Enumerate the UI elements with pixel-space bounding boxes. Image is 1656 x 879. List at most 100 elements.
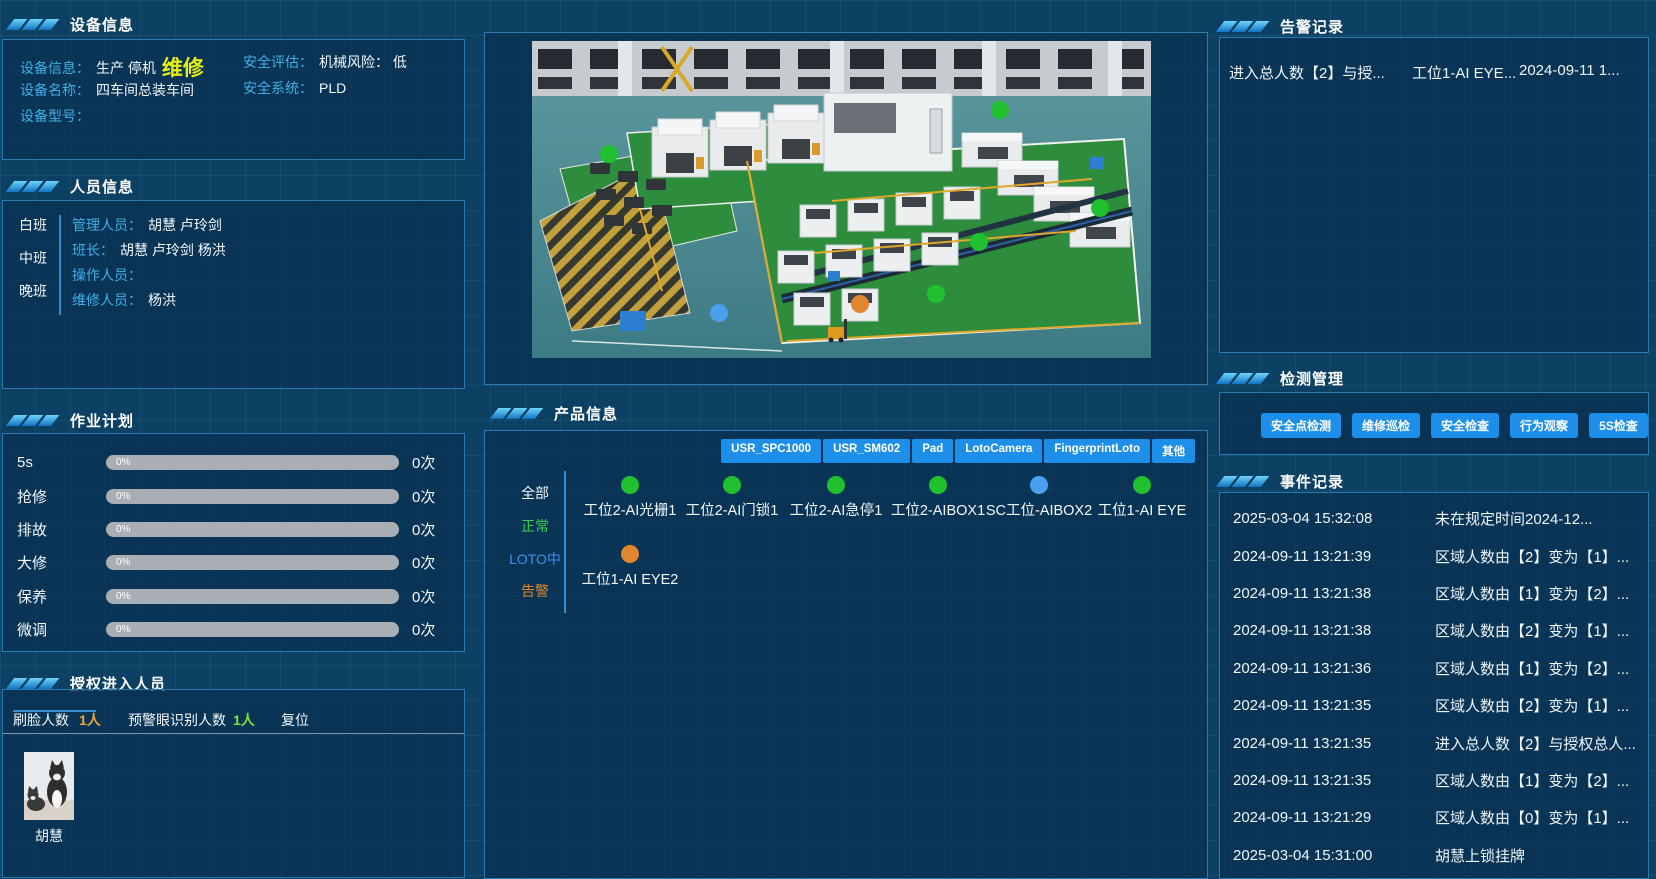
product-item[interactable]: 工位2-AI门锁1 [672,476,792,520]
field-value: 机械风险： 低 [319,54,407,70]
shift-tabs: 白班中班晚班 [19,215,47,314]
progress-percent: 0% [106,591,130,602]
alarm-records-panel: 进入总人数【2】与授... 工位1-AI EYE... 2024-09-11 1… [1219,37,1649,353]
event-row: 2024-09-11 13:21:35 区域人数由【1】变为【2】... [1220,762,1648,799]
device-type-button[interactable]: Pad [912,439,953,463]
triple-arrow-icon [10,415,58,426]
field-label: 管理人员： [72,217,142,233]
alarm-device: 工位1-AI EYE... [1412,62,1519,83]
field-value: 胡慧 卢玲剑 杨洪 [120,242,226,258]
shift-tab[interactable]: 白班 [19,215,47,248]
personnel-fields: 管理人员：胡慧 卢玲剑 班长：胡慧 卢玲剑 杨洪 操作人员： 维修人员：杨洪 [59,215,226,315]
progress-percent: 0% [106,624,130,635]
work-plan-row: 5s 0% 0次 [17,446,464,479]
work-plan-row: 保养 0% 0次 [17,580,464,613]
product-item-label: 工位2-AI门锁1 [672,499,792,520]
status-filter-tabs: 全部正常 LOTO中告警 [505,431,565,631]
product-item-label: SC工位-AIBOX2 [979,499,1099,520]
detection-button[interactable]: 行为观察 [1510,413,1578,438]
work-plan-panel: 5s 0% 0次 抢修 0% 0次 排故 0% 0次 大修 0% 0次 [2,433,465,652]
device-type-button[interactable]: LotoCamera [955,439,1042,463]
alarm-message: 进入总人数【2】与授... [1229,62,1412,83]
device-type-button[interactable]: USR_SM602 [823,439,910,463]
status-dot-icon [1133,476,1151,494]
product-item[interactable]: 工位1-AI EYE2 [570,545,690,589]
section-header-product-info: 产品信息 [494,403,618,423]
event-time: 2024-09-11 13:21:35 [1220,697,1435,714]
device-info-panel: 设备信息：生产 停机维修 设备名称：四车间总装车间 设备型号： 安全评估：机械风… [2,39,465,160]
field-label: 设备型号： [20,108,90,124]
device-type-button[interactable]: USR_SPC1000 [721,439,821,463]
triple-arrow-icon [1220,476,1268,487]
field-value: 胡慧 卢玲剑 [148,217,222,233]
detection-button[interactable]: 安全点检测 [1261,413,1341,438]
status-dot-icon [1030,476,1048,494]
progress-bar: 0% [106,489,399,504]
event-time: 2025-03-04 15:31:00 [1220,847,1435,864]
event-time: 2024-09-11 13:21:36 [1220,660,1435,677]
field-label: 操作人员： [72,267,142,283]
field-label: 安全系统： [243,80,313,96]
event-description: 区域人数由【1】变为【2】... [1435,770,1648,791]
plan-count: 0次 [412,519,435,540]
section-title: 检测管理 [1280,368,1344,389]
safety-eval-row: 安全评估：机械风险： 低 [243,52,407,72]
device-type-buttons: USR_SPC1000USR_SM602PadLotoCameraFingerp… [721,439,1195,463]
section-title: 事件记录 [1280,471,1344,492]
work-plan-row: 微调 0% 0次 [17,613,464,646]
status-dot-icon [621,545,639,563]
device-status-row: 设备信息：生产 停机维修 [20,52,204,82]
status-badge: 维修 [162,57,204,80]
event-row: 2024-09-11 13:21:35 区域人数由【2】变为【1】... [1220,687,1648,724]
plan-count: 0次 [412,552,435,573]
field-label: 设备信息： [20,60,90,76]
eye-count-tab[interactable]: 预警眼识别人数 [128,710,226,730]
status-filter-tab[interactable]: 告警 [505,581,565,601]
event-description: 进入总人数【2】与授权总人... [1435,733,1648,754]
status-filter-tab[interactable]: LOTO中 [505,549,565,569]
status-dot-icon [827,476,845,494]
detection-buttons: 安全点检测维修巡检安全检查行为观察 5S检查 [1261,413,1648,438]
device-type-button[interactable]: FingerprintLoto [1044,439,1150,463]
product-item[interactable]: SC工位-AIBOX2 [979,476,1099,520]
section-header-events: 事件记录 [1220,471,1344,491]
personnel-row: 班长：胡慧 卢玲剑 杨洪 [72,240,226,265]
detection-button[interactable]: 维修巡检 [1352,413,1420,438]
status-filter-tab[interactable]: 全部 [505,483,565,503]
field-label: 设备名称： [20,82,90,98]
face-count-value: 1人 [79,710,101,730]
personnel-row: 管理人员： 胡慧 卢玲剑 [72,215,226,240]
section-header-alarms: 告警记录 [1220,16,1344,36]
progress-percent: 0% [106,491,130,502]
triple-arrow-icon [10,678,58,689]
product-info-panel: USR_SPC1000USR_SM602PadLotoCameraFingerp… [484,430,1208,879]
event-time: 2024-09-11 13:21:35 [1220,772,1435,789]
reset-button[interactable]: 复位 [281,710,309,730]
alarm-row: 进入总人数【2】与授... 工位1-AI EYE... 2024-09-11 1… [1229,62,1641,83]
shift-tab[interactable]: 晚班 [19,281,47,314]
product-item-label: 工位1-AI EYE2 [570,568,690,589]
triple-arrow-icon [10,181,58,192]
face-count-tab[interactable]: 刷脸人数 [13,710,69,730]
device-type-button[interactable]: 其他 [1152,439,1195,463]
event-description: 区域人数由【1】变为【2】... [1435,658,1648,679]
event-time: 2024-09-11 13:21:38 [1220,622,1435,639]
device-model-row: 设备型号： [20,106,96,126]
event-description: 区域人数由【2】变为【1】... [1435,546,1648,567]
progress-percent: 0% [106,524,130,535]
product-item[interactable]: 工位1-AI EYE [1082,476,1202,520]
detection-button[interactable]: 安全检查 [1431,413,1499,438]
status-filter-tab[interactable]: 正常 [505,516,565,536]
detection-button[interactable]: 5S检查 [1589,413,1648,438]
person-photo [24,752,74,820]
event-row: 2024-09-11 13:21:39 区域人数由【2】变为【1】... [1220,537,1648,574]
plan-count: 0次 [412,452,435,473]
product-item-label: 工位1-AI EYE [1082,499,1202,520]
shift-tab[interactable]: 中班 [19,248,47,281]
event-row: 2024-09-11 13:21:38 区域人数由【1】变为【2】... [1220,575,1648,612]
progress-bar: 0% [106,522,399,537]
plan-label: 排故 [17,519,106,540]
status-dot-icon [723,476,741,494]
event-description: 区域人数由【2】变为【1】... [1435,620,1648,641]
triple-arrow-icon [1220,373,1268,384]
